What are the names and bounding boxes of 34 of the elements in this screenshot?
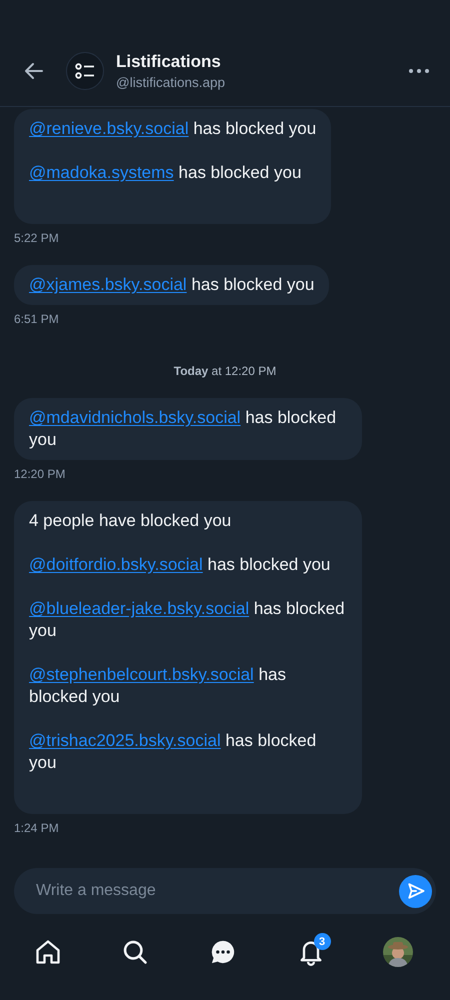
handle-link[interactable]: @doitfordio.bsky.social [29, 555, 203, 574]
handle-link[interactable]: @blueleader-jake.bsky.social [29, 599, 250, 618]
nav-button[interactable]: 3 [288, 930, 333, 974]
notification-count: 3 [314, 933, 331, 950]
search-icon [121, 938, 150, 966]
message-text: @doitfordio.bsky.social has blocked you [29, 554, 332, 576]
message-time: 5:22 PM [14, 231, 59, 245]
send-button[interactable] [399, 874, 432, 908]
handle-link[interactable]: @trishac2025.bsky.social [29, 731, 221, 750]
message-time: 6:51 PM [14, 312, 59, 326]
chat-handle: @listifications.app [116, 75, 226, 90]
message-composer[interactable]: Write a message [14, 868, 436, 914]
send-icon [406, 882, 424, 900]
message-field[interactable]: Write a message [34, 881, 399, 901]
handle-link[interactable]: @mdavidnichols.bsky.social [29, 408, 241, 427]
list-logo-icon [66, 52, 104, 90]
message-text: 4 people have blocked you [29, 510, 232, 532]
message-text: @trishac2025.bsky.social has blocked you [29, 730, 318, 774]
handle-link[interactable]: @madoka.systems [29, 163, 174, 182]
message-text: @blueleader-jake.bsky.social has blocked you [29, 598, 346, 642]
message-text: @madoka.systems has blocked you [29, 162, 302, 184]
handle-link[interactable]: @stephenbelcourt.bsky.social [29, 665, 254, 684]
message-time: 12:20 PM [14, 467, 66, 481]
message-text: @stephenbelcourt.bsky.social has blocked you [29, 664, 287, 708]
handle-link[interactable]: @xjames.bsky.social [29, 275, 187, 294]
message-text: @mdavidnichols.bsky.social has blocked you [29, 407, 338, 451]
handle-link[interactable]: @renieve.bsky.social [29, 119, 189, 138]
more-dots-icon [408, 68, 430, 74]
message-text: @renieve.bsky.social has blocked you [29, 118, 316, 140]
home-icon [34, 938, 62, 966]
chat-title: Listifications [116, 52, 222, 72]
message-text: @xjames.bsky.social has blocked you [29, 274, 314, 296]
date-separator: Today at 12:20 PM [174, 364, 276, 378]
message-time: 1:24 PM [14, 821, 59, 835]
